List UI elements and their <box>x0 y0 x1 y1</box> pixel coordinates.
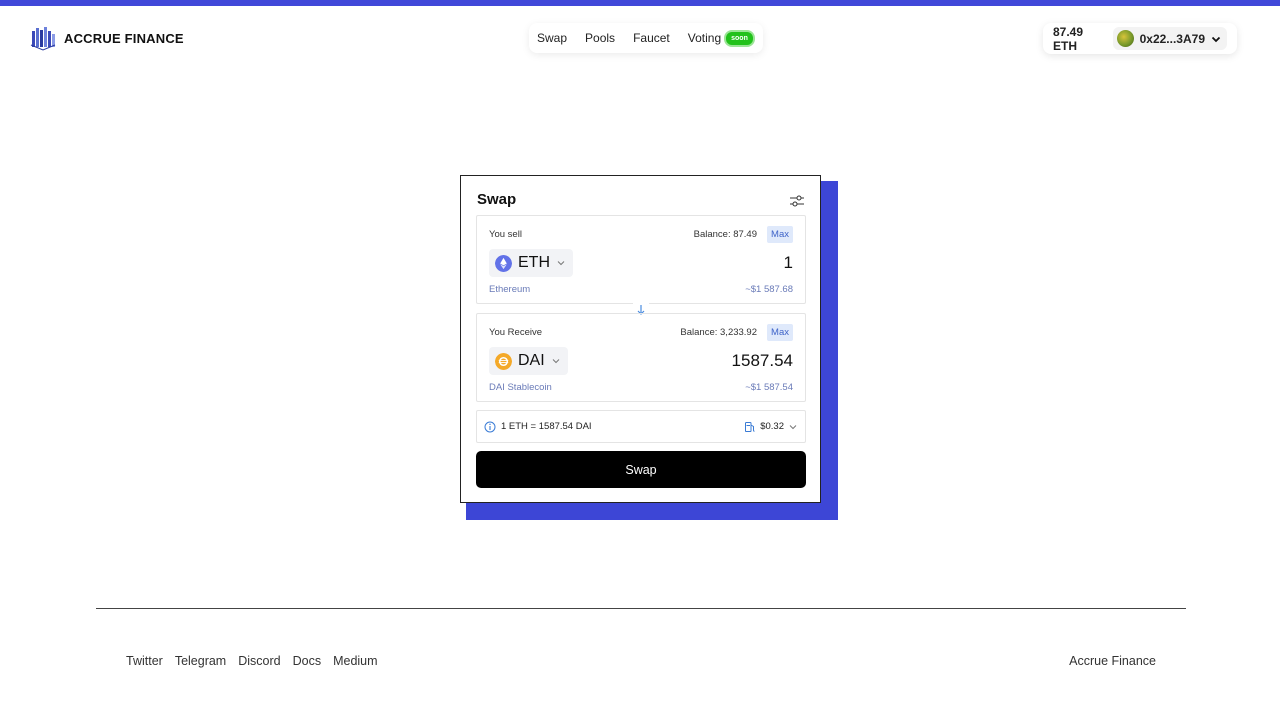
receive-token-symbol: DAI <box>518 352 545 369</box>
receive-balance: Balance: 3,233.92 <box>680 327 757 338</box>
swap-button[interactable]: Swap <box>476 451 806 488</box>
sell-token-symbol: ETH <box>518 254 550 271</box>
footer-brand: Accrue Finance <box>1069 654 1156 668</box>
receive-token-selector[interactable]: DAI <box>489 347 568 375</box>
chevron-down-icon <box>557 261 565 266</box>
top-accent-bar <box>0 0 1280 6</box>
exchange-rate: 1 ETH = 1587.54 DAI <box>501 421 592 432</box>
sell-label: You sell <box>489 229 522 240</box>
receive-usd-value: ~$1 587.54 <box>745 382 793 393</box>
rate-info-row[interactable]: 1 ETH = 1587.54 DAI $0.32 <box>476 410 806 443</box>
gas-fee: $0.32 <box>744 421 798 433</box>
receive-token-name: DAI Stablecoin <box>489 382 552 393</box>
sell-balance: Balance: 87.49 <box>693 229 757 240</box>
sell-amount-input[interactable]: 1 <box>784 253 793 273</box>
nav-faucet[interactable]: Faucet <box>633 31 670 45</box>
sell-max-button[interactable]: Max <box>767 226 793 243</box>
nav-voting-label[interactable]: Voting <box>688 31 721 45</box>
receive-label: You Receive <box>489 327 542 338</box>
soon-badge: soon <box>724 29 755 47</box>
info-icon <box>484 421 496 432</box>
footer-link-twitter[interactable]: Twitter <box>126 654 163 668</box>
wallet-address: 0x22...3A79 <box>1139 31 1205 46</box>
wallet-button[interactable]: 87.49 ETH 0x22...3A79 <box>1043 23 1237 54</box>
swap-card: Swap You sell Balance: 87.49 Max ETH 1 E… <box>460 175 821 503</box>
footer-link-discord[interactable]: Discord <box>238 654 280 668</box>
avatar <box>1116 30 1134 47</box>
dai-icon <box>495 352 512 370</box>
sell-token-selector[interactable]: ETH <box>489 249 573 277</box>
nav-voting[interactable]: Voting soon <box>688 29 755 47</box>
logo-icon <box>30 27 56 51</box>
main-nav: Swap Pools Faucet Voting soon <box>529 23 763 53</box>
nav-pools[interactable]: Pools <box>585 31 615 45</box>
receive-amount: 1587.54 <box>731 351 793 370</box>
settings-sliders-icon[interactable] <box>789 194 805 208</box>
sell-panel: You sell Balance: 87.49 Max ETH 1 Ethere… <box>476 215 806 304</box>
brand-logo[interactable]: ACCRUE FINANCE <box>30 25 184 51</box>
receive-panel: You Receive Balance: 3,233.92 Max DAI 15… <box>476 313 806 402</box>
footer-link-docs[interactable]: Docs <box>293 654 321 668</box>
rate-info: 1 ETH = 1587.54 DAI <box>484 421 592 433</box>
swap-title: Swap <box>477 191 517 208</box>
receive-max-button[interactable]: Max <box>767 324 793 341</box>
chevron-down-icon <box>1211 36 1221 42</box>
sell-usd-value: ~$1 587.68 <box>745 284 793 295</box>
wallet-balance: 87.49 ETH <box>1053 24 1084 53</box>
brand-name: ACCRUE FINANCE <box>64 30 184 46</box>
gas-fee-value: $0.32 <box>760 421 784 432</box>
footer-link-medium[interactable]: Medium <box>333 654 377 668</box>
footer-links: Twitter Telegram Discord Docs Medium <box>126 654 378 668</box>
nav-swap[interactable]: Swap <box>537 31 567 45</box>
gas-pump-icon <box>745 421 755 432</box>
chevron-down-icon <box>789 424 797 429</box>
eth-icon <box>495 254 512 272</box>
footer-link-telegram[interactable]: Telegram <box>175 654 226 668</box>
chevron-down-icon <box>552 359 560 364</box>
sell-token-name: Ethereum <box>489 284 531 295</box>
footer-divider <box>96 608 1186 609</box>
wallet-address-pill[interactable]: 0x22...3A79 <box>1112 27 1227 50</box>
